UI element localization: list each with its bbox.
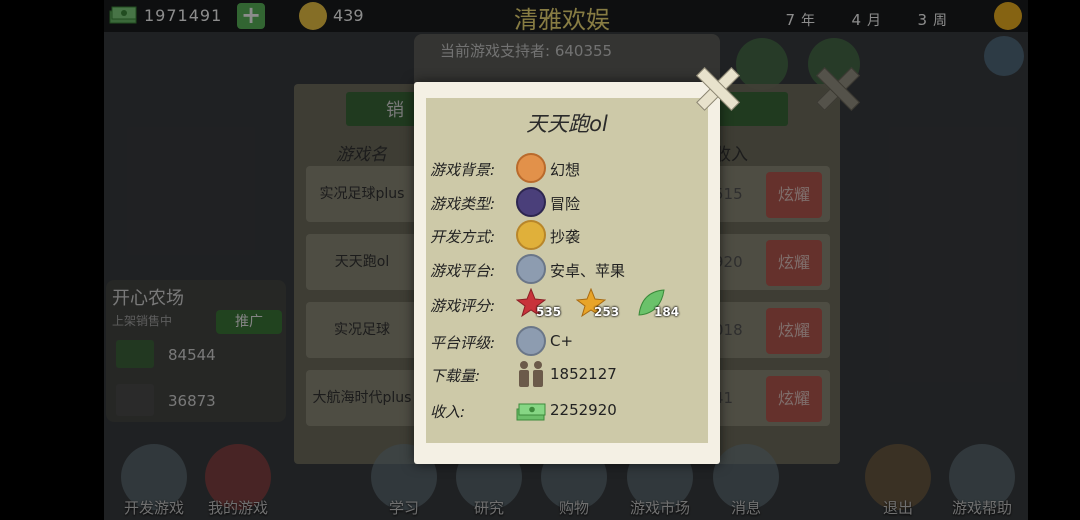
game-detail-dialog: 天天跑ol 游戏背景: 幻想 游戏类型: 冒险 开发方式: 抄袭 游戏平台: 安… [414, 82, 720, 464]
rating-gold-score: 253 [594, 305, 620, 319]
field-rating: 游戏评分: 535 253 184 [430, 288, 708, 320]
field-label: 平台评级: [430, 334, 496, 352]
field-value: C+ [550, 332, 574, 350]
people-icon [519, 361, 543, 387]
field-label: 游戏类型: [430, 195, 496, 213]
close-icon[interactable] [694, 66, 738, 110]
game-detail-body: 天天跑ol 游戏背景: 幻想 游戏类型: 冒险 开发方式: 抄袭 游戏平台: 安… [426, 98, 708, 443]
field-grade: 平台评级: C+ [430, 325, 708, 357]
field-label: 游戏背景: [430, 161, 496, 179]
field-value: 1852127 [550, 365, 617, 383]
gamepad-icon [516, 187, 546, 217]
field-income: 收入: 2252920 [430, 394, 708, 426]
field-label: 游戏评分: [430, 297, 496, 315]
rating-green-score: 184 [654, 305, 680, 319]
field-value: 安卓、苹果 [550, 262, 626, 280]
game-detail-title: 天天跑ol [526, 112, 608, 136]
field-value: 幻想 [550, 161, 581, 179]
field-dev-method: 开发方式: 抄袭 [430, 219, 708, 251]
field-value: 冒险 [550, 195, 581, 213]
computer-icon [516, 220, 546, 250]
field-platform: 游戏平台: 安卓、苹果 [430, 253, 708, 285]
field-label: 开发方式: [430, 228, 496, 246]
field-type: 游戏类型: 冒险 [430, 186, 708, 218]
bar-chart-icon [516, 254, 546, 284]
bar-chart-icon [516, 326, 546, 356]
pencil-icon [516, 153, 546, 183]
field-value: 抄袭 [550, 228, 581, 246]
field-value: 2252920 [550, 401, 617, 419]
field-label: 游戏平台: [430, 262, 496, 280]
cash-stack-icon [516, 403, 546, 421]
field-downloads: 下载量: 1852127 [430, 358, 708, 390]
field-label: 下载量: [430, 367, 481, 385]
field-label: 收入: [430, 403, 466, 421]
field-background: 游戏背景: 幻想 [430, 152, 708, 184]
rating-red-score: 535 [536, 305, 562, 319]
